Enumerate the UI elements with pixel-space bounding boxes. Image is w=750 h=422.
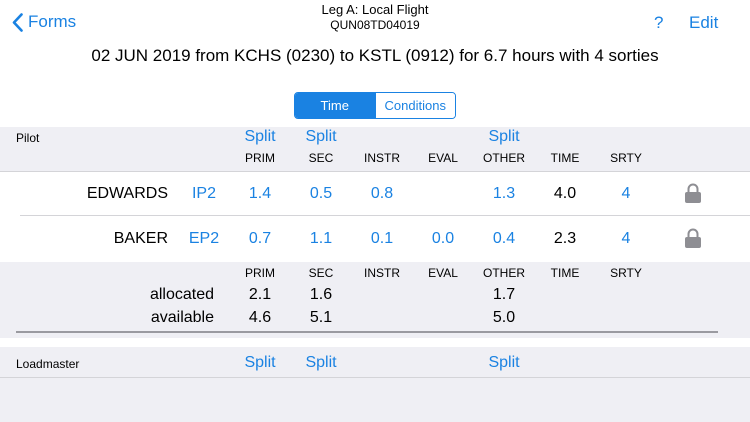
segmented-control: Time Conditions — [294, 92, 456, 119]
lock-icon[interactable] — [684, 183, 702, 203]
instr-time-field[interactable]: 0.8 — [352, 185, 412, 203]
totals-header-eval: EVAL — [428, 266, 458, 280]
crew-position-button[interactable]: IP2 — [179, 185, 229, 203]
col-header-prim: PRIM — [245, 151, 275, 165]
col-header-srty: SRTY — [610, 151, 642, 165]
crew-position-button[interactable]: EP2 — [179, 230, 229, 248]
divider — [20, 215, 750, 216]
split-prim-button[interactable]: Split — [230, 128, 290, 146]
loadmaster-section-label: Loadmaster — [16, 357, 80, 371]
divider — [0, 171, 750, 172]
totals-divider — [16, 331, 718, 333]
prim-time-field[interactable]: 0.7 — [230, 230, 290, 248]
totals-header-prim: PRIM — [245, 266, 275, 280]
empty-area — [0, 378, 750, 422]
col-header-other: OTHER — [483, 151, 525, 165]
totals-header-other: OTHER — [483, 266, 525, 280]
available-other: 5.0 — [492, 309, 516, 326]
help-button[interactable]: ? — [654, 13, 663, 33]
loadmaster-split-prim-button[interactable]: Split — [230, 354, 290, 372]
totals-header-time: TIME — [550, 266, 580, 280]
nav-bar: Forms Leg A: Local Flight QUN08TD04019 ?… — [0, 0, 750, 42]
split-sec-button[interactable]: Split — [291, 128, 351, 146]
sorties-field[interactable]: 4 — [596, 185, 656, 203]
loadmaster-split-sec-button[interactable]: Split — [291, 354, 351, 372]
edit-button[interactable]: Edit — [689, 13, 718, 33]
col-header-sec: SEC — [308, 151, 334, 165]
available-sec: 5.1 — [309, 309, 333, 326]
col-header-instr: INSTR — [364, 151, 400, 165]
allocated-prim: 2.1 — [248, 286, 272, 303]
loadmaster-split-other-button[interactable]: Split — [474, 354, 534, 372]
tab-conditions[interactable]: Conditions — [374, 93, 455, 118]
pilot-section-label: Pilot — [16, 131, 40, 145]
other-time-field[interactable]: 1.3 — [474, 185, 534, 203]
total-time-value: 4.0 — [553, 185, 577, 202]
leg-title: Leg A: Local Flight — [321, 2, 429, 17]
crew-name: BAKER — [113, 230, 168, 247]
eval-time-field[interactable]: 0.0 — [413, 230, 473, 248]
crew-name: EDWARDS — [86, 185, 168, 202]
col-header-time: TIME — [550, 151, 580, 165]
split-other-button[interactable]: Split — [474, 128, 534, 146]
available-label: available — [150, 309, 214, 326]
allocated-other: 1.7 — [492, 286, 516, 303]
instr-time-field[interactable]: 0.1 — [352, 230, 412, 248]
sec-time-field[interactable]: 0.5 — [291, 185, 351, 203]
totals-header-sec: SEC — [308, 266, 334, 280]
other-time-field[interactable]: 0.4 — [474, 230, 534, 248]
sec-time-field[interactable]: 1.1 — [291, 230, 351, 248]
prim-time-field[interactable]: 1.4 — [230, 185, 290, 203]
totals-header-srty: SRTY — [610, 266, 642, 280]
loadmaster-header — [0, 347, 750, 377]
tab-time[interactable]: Time — [295, 93, 375, 118]
allocated-label: allocated — [149, 286, 214, 303]
allocated-sec: 1.6 — [309, 286, 333, 303]
totals-header-instr: INSTR — [364, 266, 400, 280]
total-time-value: 2.3 — [553, 230, 577, 247]
col-header-eval: EVAL — [428, 151, 458, 165]
form-id: QUN08TD04019 — [330, 18, 420, 32]
sorties-field[interactable]: 4 — [596, 230, 656, 248]
flight-summary: 02 JUN 2019 from KCHS (0230) to KSTL (09… — [91, 46, 659, 65]
lock-icon[interactable] — [684, 228, 702, 248]
available-prim: 4.6 — [248, 309, 272, 326]
